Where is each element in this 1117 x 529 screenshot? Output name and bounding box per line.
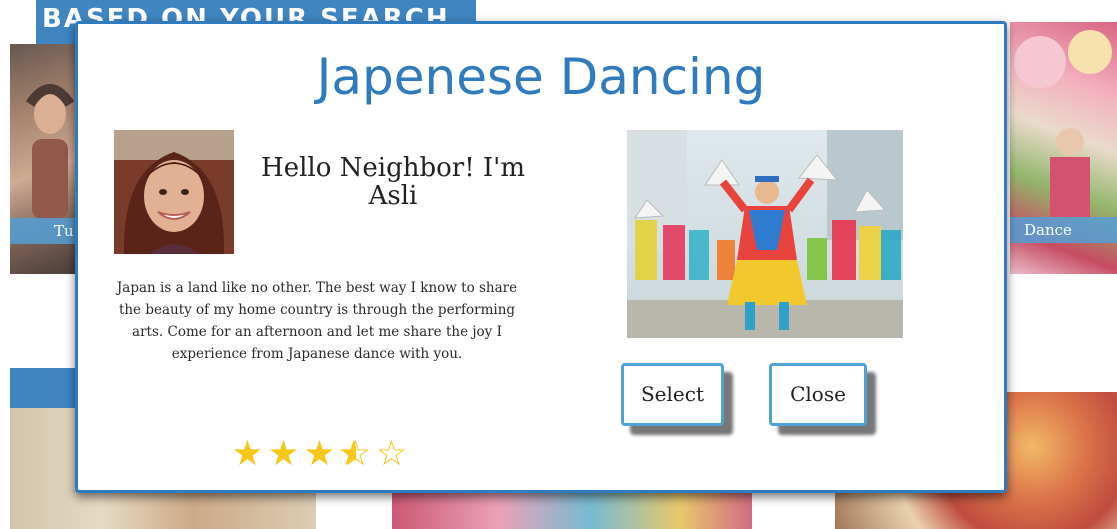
star-rating: ★ ★ ★ ☆ ★ ☆ (230, 434, 420, 474)
host-avatar (114, 130, 234, 254)
select-button[interactable]: Select (621, 363, 724, 426)
star-empty-icon: ☆ (375, 434, 408, 474)
star-half-icon: ☆ ★ (338, 434, 372, 474)
star-full-icon: ★ (303, 434, 336, 474)
star-full-icon: ★ (267, 434, 300, 474)
page: BASED ON YOUR SEARCH Tu Dance Japenese D… (0, 0, 1117, 529)
activity-photo (627, 130, 903, 338)
modal-title: Japenese Dancing (316, 48, 766, 106)
activity-modal: Japenese Dancing Hello Neighbor! I'm Asl… (75, 21, 1007, 493)
close-button[interactable]: Close (769, 363, 867, 426)
star-full-icon: ★ (231, 434, 264, 474)
activity-description: Japan is a land like no other. The best … (116, 280, 518, 362)
host-greeting: Hello Neighbor! I'm Asli (261, 153, 525, 211)
